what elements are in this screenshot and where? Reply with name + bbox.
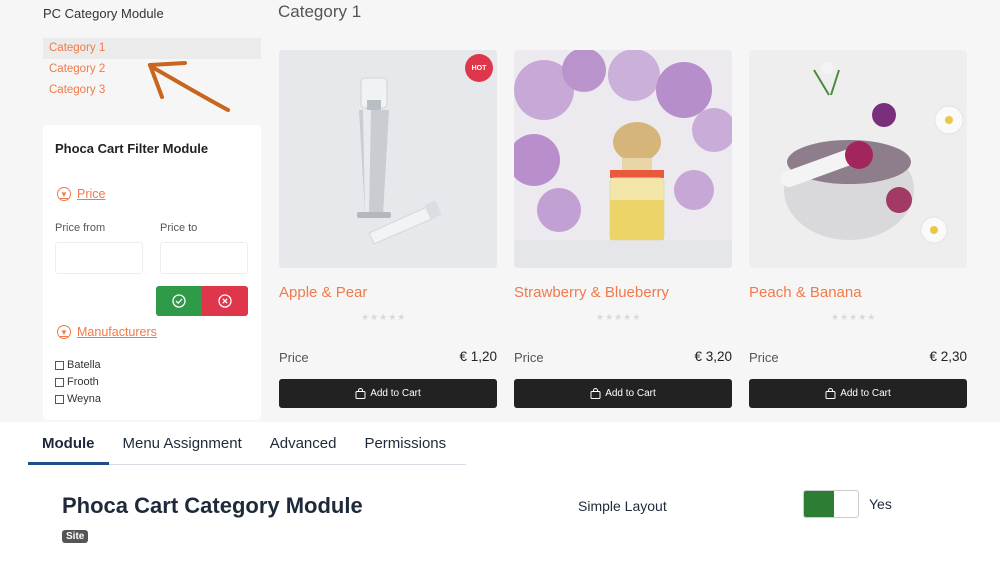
lilac-perfume-image [514, 50, 732, 268]
tab-permissions[interactable]: Permissions [350, 422, 460, 465]
chevron-down-icon: ▼ [57, 325, 71, 339]
price-section-label: Price [77, 187, 106, 201]
product-name[interactable]: Strawberry & Blueberry [514, 284, 669, 301]
shopping-bag-icon [590, 388, 601, 399]
price-value: € 2,30 [929, 349, 967, 364]
add-to-cart-button[interactable]: Add to Cart [514, 379, 732, 408]
product-name[interactable]: Peach & Banana [749, 284, 862, 301]
price-value: € 3,20 [694, 349, 732, 364]
manufacturer-checkbox-weyna[interactable]: Weyna [55, 393, 101, 405]
price-value: € 1,20 [459, 349, 497, 364]
price-to-input[interactable] [160, 242, 248, 274]
hot-badge: HOT [465, 54, 493, 82]
manufacturers-section-label: Manufacturers [77, 325, 157, 339]
toggle-on-indicator [804, 491, 834, 517]
module-title: Phoca Cart Category Module [62, 493, 363, 518]
tab-menu-assignment[interactable]: Menu Assignment [109, 422, 256, 465]
manufacturer-label: Batella [67, 359, 101, 371]
product-name[interactable]: Apple & Pear [279, 284, 367, 301]
category-title: Category 1 [278, 2, 362, 21]
filter-module-title: Phoca Cart Filter Module [55, 141, 209, 156]
category-module-title: PC Category Module [43, 6, 164, 21]
add-to-cart-button[interactable]: Add to Cart [749, 379, 967, 408]
price-from-label: Price from [55, 222, 106, 234]
simple-layout-value: Yes [869, 496, 892, 512]
site-badge: Site [62, 530, 89, 543]
module-tabs: Module Menu Assignment Advanced Permissi… [28, 422, 466, 465]
star-rating-icon: ★★★★★ [596, 312, 642, 322]
annotation-arrow-icon [148, 61, 230, 112]
close-circle-icon [218, 294, 232, 308]
clear-price-button[interactable] [202, 286, 248, 316]
site-preview-panel: PC Category Module Category 1 Category 2… [0, 0, 1000, 422]
price-label: Price [279, 350, 309, 365]
star-rating-icon: ★★★★★ [361, 312, 407, 322]
product-image[interactable] [749, 50, 967, 268]
add-to-cart-label: Add to Cart [605, 388, 656, 399]
manufacturer-label: Frooth [67, 376, 99, 388]
simple-layout-toggle[interactable] [803, 490, 859, 518]
add-to-cart-label: Add to Cart [840, 388, 891, 399]
star-rating-icon: ★★★★★ [831, 312, 877, 322]
manufacturers-section-toggle[interactable]: ▼ Manufacturers [57, 325, 157, 339]
product-image[interactable]: HOT [279, 50, 497, 268]
tab-advanced[interactable]: Advanced [256, 422, 351, 465]
shopping-bag-icon [825, 388, 836, 399]
price-section-toggle[interactable]: ▼ Price [57, 187, 105, 201]
shopping-bag-icon [355, 388, 366, 399]
check-circle-icon [172, 294, 186, 308]
chevron-down-icon: ▼ [57, 187, 71, 201]
checkbox-icon [55, 360, 64, 370]
apply-price-button[interactable] [156, 286, 202, 316]
add-to-cart-button[interactable]: Add to Cart [279, 379, 497, 408]
filter-module: Phoca Cart Filter Module ▼ Price Price f… [43, 125, 261, 420]
price-label: Price [514, 350, 544, 365]
price-to-label: Price to [160, 222, 198, 234]
checkbox-icon [55, 377, 64, 387]
tab-module[interactable]: Module [28, 422, 109, 465]
cosmetic-bottle-image [279, 50, 497, 268]
price-label: Price [749, 350, 779, 365]
checkbox-icon [55, 394, 64, 404]
price-from-input[interactable] [55, 242, 143, 274]
manufacturer-checkbox-frooth[interactable]: Frooth [55, 376, 99, 388]
mortar-flowers-image [749, 50, 967, 268]
simple-layout-label: Simple Layout [578, 498, 667, 514]
manufacturer-checkbox-batella[interactable]: Batella [55, 359, 101, 371]
product-image[interactable] [514, 50, 732, 268]
manufacturer-label: Weyna [67, 393, 102, 405]
add-to-cart-label: Add to Cart [370, 388, 421, 399]
